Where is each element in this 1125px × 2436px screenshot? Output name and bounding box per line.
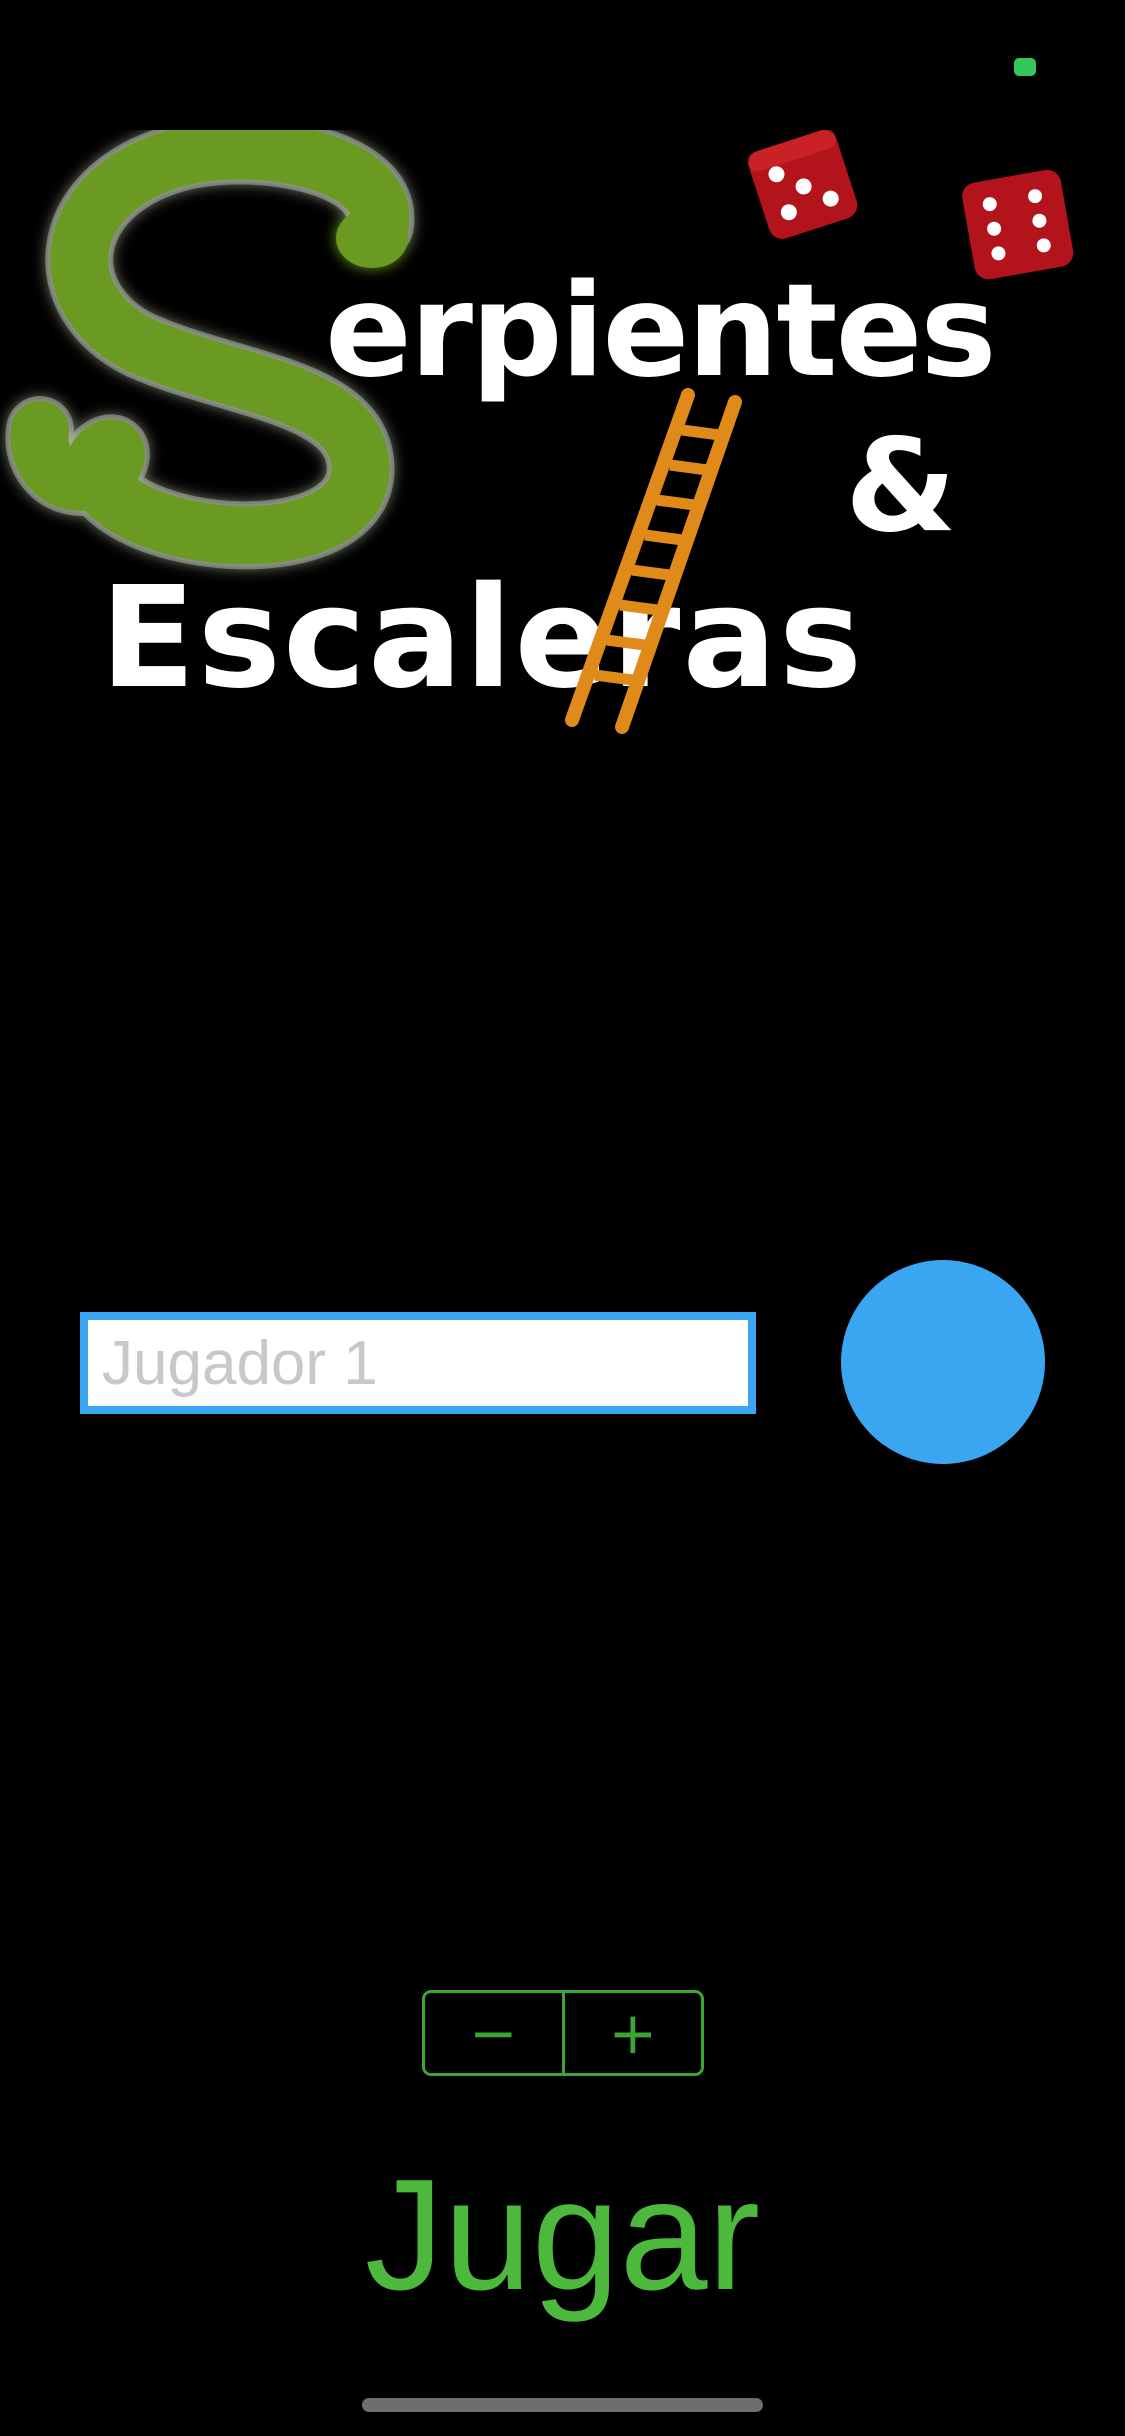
play-button[interactable]: Jugar [0,2140,1125,2330]
home-indicator[interactable] [362,2398,763,2412]
increment-button[interactable]: + [565,1993,702,2073]
logo-text-line2: Escaleras [100,557,864,720]
player-count-stepper: − + [422,1990,704,2076]
player-color-picker[interactable] [841,1260,1045,1464]
game-logo: erpientes & Escaleras [0,130,1125,750]
status-indicator [1014,58,1036,76]
player-row [0,1260,1125,1470]
logo-ampersand: & [845,412,957,561]
logo-text-line1: erpientes [325,257,995,406]
decrement-button[interactable]: − [425,1993,562,2073]
player-name-input[interactable] [80,1312,756,1414]
dice-icon [747,130,858,239]
